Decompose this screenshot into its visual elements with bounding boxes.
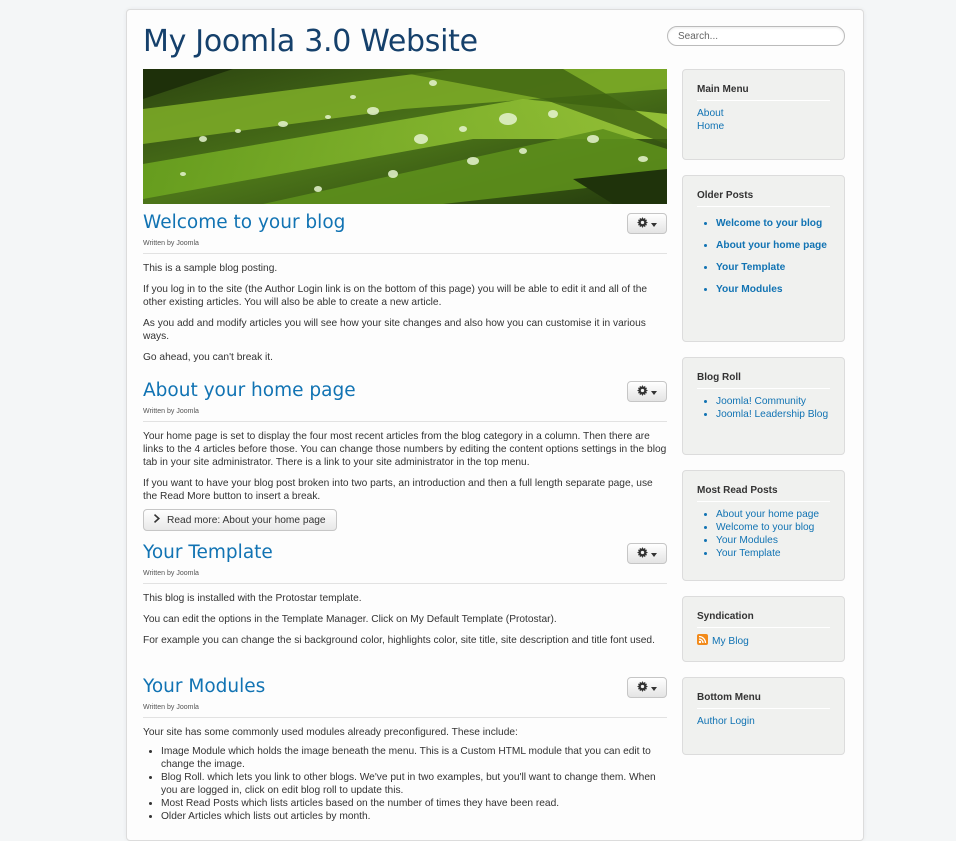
bottom-menu-module: Bottom Menu Author Login bbox=[682, 677, 845, 755]
article-paragraph: You can edit the options in the Template… bbox=[143, 614, 557, 625]
module-title: Most Read Posts bbox=[697, 485, 830, 502]
read-more-button[interactable]: Read more: About your home page bbox=[143, 509, 337, 531]
article-template: Your Template Written by Joomla This blo… bbox=[143, 540, 667, 674]
gear-icon bbox=[637, 680, 648, 695]
article-byline: Written by Joomla bbox=[143, 570, 667, 584]
article-body: This is a sample blog posting. If you lo… bbox=[143, 262, 667, 364]
gear-icon bbox=[637, 216, 648, 231]
most-read-link[interactable]: About your home page bbox=[716, 508, 830, 521]
blog-roll-module: Blog Roll Joomla! Community Joomla! Lead… bbox=[682, 357, 845, 455]
list-item: Image Module which holds the image benea… bbox=[161, 745, 667, 771]
module-title: Main Menu bbox=[697, 84, 830, 101]
article-paragraph: If you want to have your blog post broke… bbox=[143, 478, 653, 502]
article-body: Your home page is set to display the fou… bbox=[143, 430, 667, 503]
article-paragraph: This is a sample blog posting. bbox=[143, 263, 278, 274]
older-posts-module: Older Posts Welcome to your blog About y… bbox=[682, 175, 845, 342]
main-content: Welcome to your blog Written by Joomla T… bbox=[143, 210, 667, 823]
older-post-link[interactable]: Your Template bbox=[716, 261, 830, 274]
article-body: This blog is installed with the Protosta… bbox=[143, 592, 667, 647]
syndication-module: Syndication My Blog bbox=[682, 596, 845, 662]
article-tools-button[interactable] bbox=[627, 381, 667, 402]
module-title: Older Posts bbox=[697, 190, 830, 207]
list-item: Welcome to your blog bbox=[716, 521, 830, 534]
most-read-module: Most Read Posts About your home page Wel… bbox=[682, 470, 845, 581]
page-container: My Joomla 3.0 Website Search... Welcome … bbox=[126, 9, 864, 841]
article-title[interactable]: Your Modules bbox=[143, 674, 667, 699]
rss-icon bbox=[697, 634, 708, 648]
article-welcome: Welcome to your blog Written by Joomla T… bbox=[143, 210, 667, 378]
caret-down-icon bbox=[651, 682, 657, 694]
search-input[interactable] bbox=[667, 26, 845, 46]
site-title[interactable]: My Joomla 3.0 Website bbox=[143, 24, 478, 59]
most-read-link[interactable]: Welcome to your blog bbox=[716, 521, 830, 534]
list-item: Older Articles which lists out articles … bbox=[161, 810, 667, 823]
chevron-right-icon bbox=[154, 514, 161, 526]
list-item: Blog Roll. which lets you link to other … bbox=[161, 771, 667, 797]
list-item: Your Template bbox=[716, 261, 830, 274]
gear-icon bbox=[637, 384, 648, 399]
list-item: Joomla! Leadership Blog bbox=[716, 408, 830, 421]
list-item: Most Read Posts which lists articles bas… bbox=[161, 797, 667, 810]
module-title: Bottom Menu bbox=[697, 692, 830, 709]
header-image bbox=[143, 69, 667, 204]
author-login-link[interactable]: Author Login bbox=[697, 715, 830, 728]
list-item: About your home page bbox=[716, 508, 830, 521]
most-read-link[interactable]: Your Template bbox=[716, 547, 830, 560]
list-item: Your Modules bbox=[716, 283, 830, 296]
article-paragraph: If you log in to the site (the Author Lo… bbox=[143, 284, 648, 308]
article-tools-button[interactable] bbox=[627, 543, 667, 564]
article-paragraph: Go ahead, you can't break it. bbox=[143, 352, 273, 363]
article-body: Your site has some commonly used modules… bbox=[143, 726, 667, 823]
article-modules: Your Modules Written by Joomla Your site… bbox=[143, 674, 667, 823]
read-more-label: Read more: About your home page bbox=[167, 514, 326, 526]
article-title[interactable]: About your home page bbox=[143, 378, 667, 403]
article-tools-button[interactable] bbox=[627, 677, 667, 698]
list-item: Welcome to your blog bbox=[716, 217, 830, 230]
list-item: Joomla! Community bbox=[716, 395, 830, 408]
gear-icon bbox=[637, 546, 648, 561]
article-paragraph: As you add and modify articles you will … bbox=[143, 318, 646, 342]
article-paragraph: For example you can change the si backgr… bbox=[143, 635, 655, 646]
blog-roll-link[interactable]: Joomla! Community bbox=[716, 395, 830, 408]
caret-down-icon bbox=[651, 218, 657, 230]
older-post-link[interactable]: Your Modules bbox=[716, 283, 830, 296]
article-paragraph: Your site has some commonly used modules… bbox=[143, 727, 518, 738]
article-paragraph: This blog is installed with the Protosta… bbox=[143, 593, 362, 604]
most-read-link[interactable]: Your Modules bbox=[716, 534, 830, 547]
caret-down-icon bbox=[651, 548, 657, 560]
menu-item-home[interactable]: Home bbox=[697, 120, 830, 133]
article-byline: Written by Joomla bbox=[143, 240, 667, 254]
main-menu-module: Main Menu About Home bbox=[682, 69, 845, 160]
article-byline: Written by Joomla bbox=[143, 704, 667, 718]
list-item: Your Template bbox=[716, 547, 830, 560]
article-paragraph: Your home page is set to display the fou… bbox=[143, 431, 667, 468]
article-title[interactable]: Your Template bbox=[143, 540, 667, 565]
module-title: Syndication bbox=[697, 611, 830, 628]
article-title[interactable]: Welcome to your blog bbox=[143, 210, 667, 235]
blog-roll-link[interactable]: Joomla! Leadership Blog bbox=[716, 408, 830, 421]
list-item: About your home page bbox=[716, 239, 830, 252]
feed-label[interactable]: My Blog bbox=[712, 635, 749, 648]
module-title: Blog Roll bbox=[697, 372, 830, 389]
feed-link[interactable]: My Blog bbox=[697, 634, 830, 648]
older-post-link[interactable]: Welcome to your blog bbox=[716, 217, 830, 230]
article-byline: Written by Joomla bbox=[143, 408, 667, 422]
menu-item-about[interactable]: About bbox=[697, 107, 830, 120]
caret-down-icon bbox=[651, 386, 657, 398]
article-about-home: About your home page Written by Joomla Y… bbox=[143, 378, 667, 540]
article-tools-button[interactable] bbox=[627, 213, 667, 234]
module-list: Image Module which holds the image benea… bbox=[143, 745, 667, 823]
list-item: Your Modules bbox=[716, 534, 830, 547]
older-post-link[interactable]: About your home page bbox=[716, 239, 830, 252]
